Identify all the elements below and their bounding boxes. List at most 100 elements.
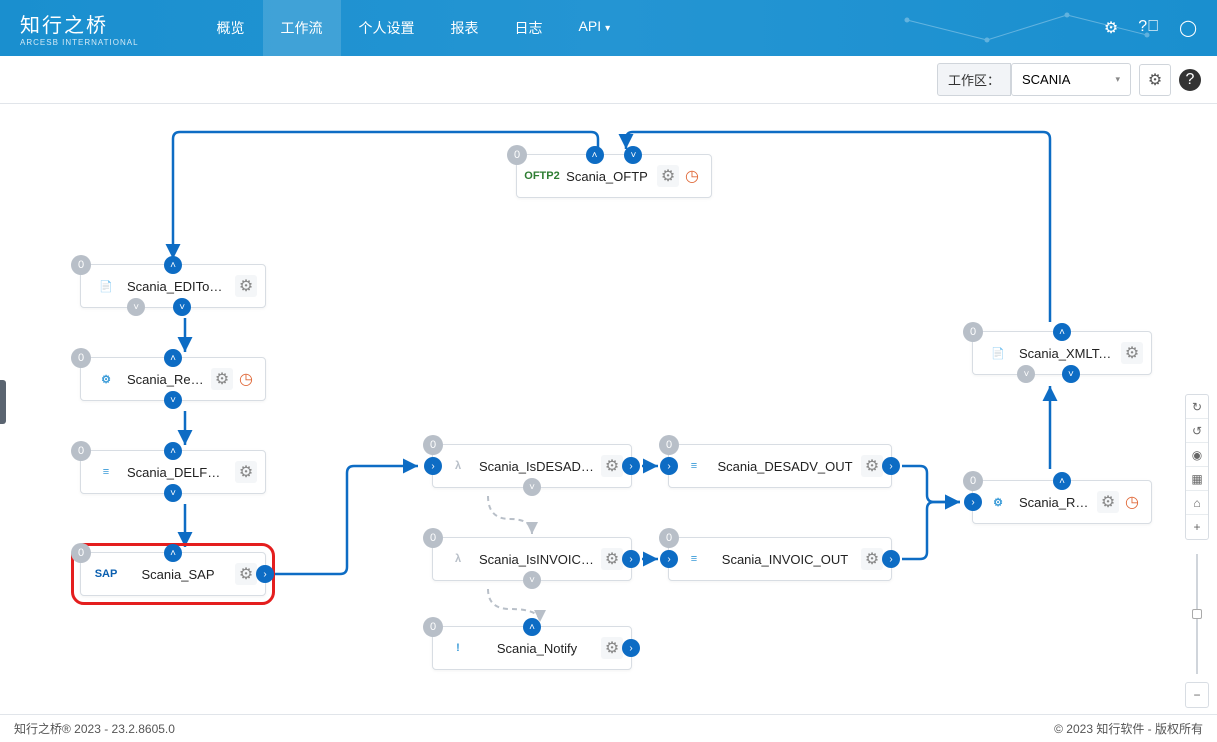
view-button[interactable]: ◉ — [1186, 443, 1208, 467]
workflow-canvas[interactable]: 0OFTP2Scania_OFTP⚙◷˄˅ 0📄Scania_EDIToXML⚙˄… — [0, 104, 1217, 714]
node-isdesadv[interactable]: 0λScania_IsDESADV▲⚙››˅ — [432, 444, 632, 488]
nav-settings[interactable]: 个人设置 — [341, 0, 433, 56]
port-bottom[interactable]: ˅ — [523, 478, 541, 496]
gear-icon[interactable]: ⚙ — [1097, 491, 1119, 513]
chevron-down-icon: ▾ — [1115, 74, 1120, 85]
nav-overview[interactable]: 概览 — [199, 0, 263, 56]
workspace-help-button[interactable]: ? — [1179, 69, 1201, 91]
count-badge: 0 — [963, 471, 983, 491]
port-bottom_left[interactable]: ˅ — [127, 298, 145, 316]
node-oftp[interactable]: 0OFTP2Scania_OFTP⚙◷˄˅ — [516, 154, 712, 198]
gear-icon[interactable]: ⚙ — [235, 275, 257, 297]
node-invoicout[interactable]: 0≡Scania_INVOIC_OUT⚙›› — [668, 537, 892, 581]
fit-button[interactable]: ▦ — [1186, 467, 1208, 491]
node-desadvout[interactable]: 0≡Scania_DESADV_OUT⚙›› — [668, 444, 892, 488]
side-drawer-tab[interactable] — [0, 380, 6, 424]
gear-icon[interactable]: ⚙ — [235, 461, 257, 483]
gear-icon[interactable]: ⚙ — [235, 563, 257, 585]
app-header: 知行之桥 ARCESB INTERNATIONAL 概览 工作流 个人设置 报表… — [0, 0, 1217, 56]
port-left[interactable]: › — [660, 457, 678, 475]
port-top_right[interactable]: ˅ — [624, 146, 642, 164]
clock-icon: ◷ — [681, 165, 703, 187]
redo-button[interactable]: ↻ — [1186, 395, 1208, 419]
port-right[interactable]: › — [622, 639, 640, 657]
undo-button[interactable]: ↺ — [1186, 419, 1208, 443]
node-label: Scania_SAP — [127, 567, 229, 582]
port-bottom_left[interactable]: ˅ — [1017, 365, 1035, 383]
node-rena2[interactable]: 0⚙Scania_Rena...⚙◷›˄ — [972, 480, 1152, 524]
gear-icon[interactable]: ⚙ — [861, 455, 883, 477]
workspace-settings-button[interactable]: ⚙ — [1139, 64, 1171, 96]
node-notify[interactable]: 0!Scania_Notify⚙˄› — [432, 626, 632, 670]
node-delfor[interactable]: 0≡Scania_DELFOR_...⚙˄˅ — [80, 450, 266, 494]
node-rena1[interactable]: 0⚙Scania_Rena...⚙◷˄˅ — [80, 357, 266, 401]
port-bottom[interactable]: ˅ — [523, 571, 541, 589]
home-button[interactable]: ⌂ — [1186, 491, 1208, 515]
port-left[interactable]: › — [660, 550, 678, 568]
zoom-out-button[interactable]: − — [1186, 683, 1208, 707]
gear-icon[interactable]: ⚙ — [1104, 18, 1118, 38]
node-label: Scania_XMLToEDI — [1019, 346, 1115, 361]
port-bottom[interactable]: ˅ — [164, 484, 182, 502]
port-top[interactable]: ˄ — [164, 256, 182, 274]
node-type-icon: OFTP2 — [531, 165, 553, 187]
count-badge: 0 — [71, 255, 91, 275]
node-type-icon: λ — [447, 455, 469, 477]
port-right[interactable]: › — [256, 565, 274, 583]
node-label: Scania_DESADV_OUT — [715, 459, 855, 474]
gear-icon[interactable]: ⚙ — [1121, 342, 1143, 364]
port-top[interactable]: ˄ — [164, 544, 182, 562]
port-right[interactable]: › — [622, 550, 640, 568]
node-isinvoic[interactable]: 0λScania_IsINVOIC▲⚙›˅ — [432, 537, 632, 581]
port-top[interactable]: ˄ — [1053, 323, 1071, 341]
nav-api[interactable]: API▾ — [561, 0, 629, 56]
node-xmltoedi[interactable]: 0📄Scania_XMLToEDI⚙˅˅˄ — [972, 331, 1152, 375]
zoom-in-button[interactable]: + — [1186, 515, 1208, 539]
port-top_left[interactable]: ˄ — [586, 146, 604, 164]
count-badge: 0 — [423, 435, 443, 455]
port-top[interactable]: ˄ — [523, 618, 541, 636]
gear-icon[interactable]: ⚙ — [601, 637, 623, 659]
gear-icon[interactable]: ⚙ — [211, 368, 233, 390]
port-top[interactable]: ˄ — [164, 442, 182, 460]
nav-logs[interactable]: 日志 — [497, 0, 561, 56]
canvas-toolbox-bottom: − — [1185, 682, 1209, 708]
canvas-toolbox: ↻ ↺ ◉ ▦ ⌂ + — [1185, 394, 1209, 540]
port-right[interactable]: › — [622, 457, 640, 475]
node-type-icon: ! — [447, 637, 469, 659]
count-badge: 0 — [423, 528, 443, 548]
help-icon[interactable]: ?⃝ — [1138, 18, 1159, 38]
gear-icon[interactable]: ⚙ — [657, 165, 679, 187]
count-badge: 0 — [71, 441, 91, 461]
user-icon[interactable]: ◯ — [1179, 18, 1197, 38]
node-label: Scania_Notify — [479, 641, 595, 656]
port-right[interactable]: › — [882, 550, 900, 568]
gear-icon[interactable]: ⚙ — [861, 548, 883, 570]
node-type-icon: ≡ — [683, 548, 705, 570]
zoom-slider-thumb[interactable] — [1192, 609, 1202, 619]
port-bottom[interactable]: ˅ — [164, 391, 182, 409]
port-left[interactable]: › — [424, 457, 442, 475]
count-badge: 0 — [423, 617, 443, 637]
node-label: Scania_Rena... — [127, 372, 205, 387]
port-top[interactable]: ˄ — [1053, 472, 1071, 490]
app-footer: 知行之桥® 2023 - 23.2.8605.0 © 2023 知行软件 - 版… — [0, 714, 1217, 742]
port-bottom_right[interactable]: ˅ — [1062, 365, 1080, 383]
nav-reports[interactable]: 报表 — [433, 0, 497, 56]
count-badge: 0 — [659, 435, 679, 455]
gear-icon[interactable]: ⚙ — [601, 548, 623, 570]
nav-workflow[interactable]: 工作流 — [263, 0, 341, 56]
node-type-icon: 📄 — [95, 275, 117, 297]
port-bottom_right[interactable]: ˅ — [173, 298, 191, 316]
port-top[interactable]: ˄ — [164, 349, 182, 367]
node-editoxml[interactable]: 0📄Scania_EDIToXML⚙˄˅˅ — [80, 264, 266, 308]
node-label: Scania_DELFOR_... — [127, 465, 229, 480]
node-sap[interactable]: 0SAPScania_SAP⚙˄› — [80, 552, 266, 596]
footer-version: 知行之桥® 2023 - 23.2.8605.0 — [14, 720, 175, 737]
port-right[interactable]: › — [882, 457, 900, 475]
port-left[interactable]: › — [964, 493, 982, 511]
node-label: Scania_INVOIC_OUT — [715, 552, 855, 567]
clock-icon: ◷ — [235, 368, 257, 390]
workspace-select[interactable]: SCANIA ▾ — [1011, 63, 1131, 96]
gear-icon[interactable]: ⚙ — [601, 455, 623, 477]
